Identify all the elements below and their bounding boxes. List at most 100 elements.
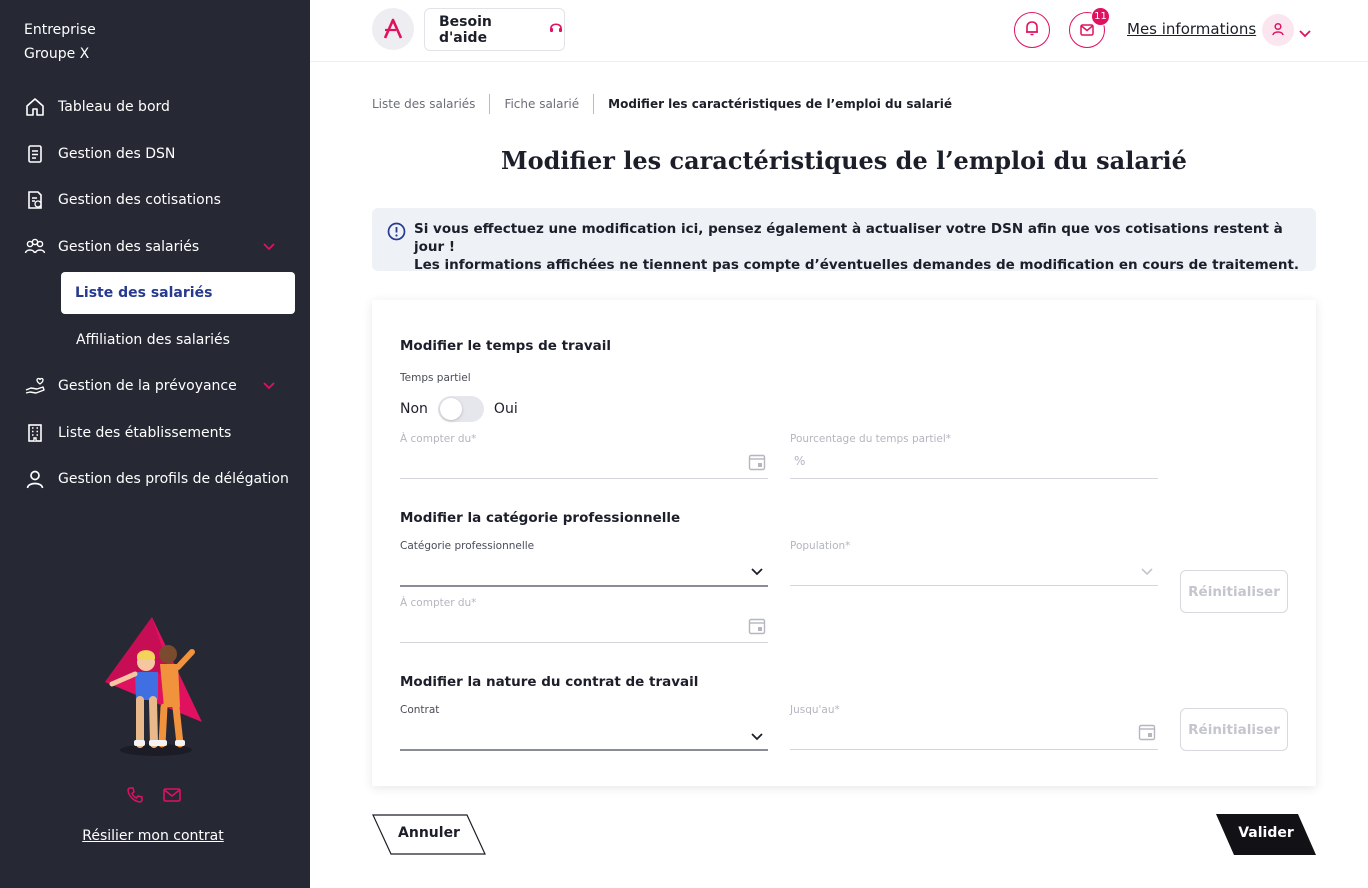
- population-label: Population*: [790, 540, 851, 552]
- building-icon: [24, 422, 46, 444]
- user-icon: [1271, 21, 1285, 40]
- submit-button[interactable]: Valider: [1216, 814, 1316, 855]
- temps-partiel-toggle[interactable]: [437, 396, 484, 422]
- sidebar-item-gestion-cotisations[interactable]: Gestion des cotisations: [0, 177, 310, 224]
- sidebar-subitem-liste-salaries[interactable]: Liste des salariés: [61, 272, 295, 314]
- contrat-label: Contrat: [400, 704, 440, 716]
- phone-icon[interactable]: [126, 786, 144, 808]
- people-illustration: [105, 617, 202, 756]
- date-debut-categorie-label: À compter du*: [400, 597, 477, 609]
- cancel-button-label: Annuler: [398, 825, 460, 841]
- calendar-icon[interactable]: [748, 617, 766, 639]
- info-icon: [387, 222, 406, 246]
- field-underline: [400, 478, 768, 479]
- toggle-knob: [439, 398, 462, 420]
- breadcrumb-current: Modifier les caractéristiques de l’emplo…: [608, 97, 952, 111]
- temps-partiel-label: Temps partiel: [400, 372, 471, 384]
- app-logo[interactable]: [372, 8, 414, 50]
- field-underline: [790, 478, 1158, 479]
- sidebar-subitem-label: Liste des salariés: [75, 285, 213, 301]
- people-icon: [24, 236, 46, 258]
- sidebar-item-label: Gestion des cotisations: [58, 192, 221, 209]
- sidebar-nav: Tableau de bord Gestion des DSN Gestion …: [0, 84, 310, 503]
- sidebar-item-tableau-de-bord[interactable]: Tableau de bord: [0, 84, 310, 131]
- reset-contrat-button[interactable]: Réinitialiser: [1180, 708, 1288, 751]
- percent-icon: %: [794, 454, 806, 468]
- sidebar-item-label: Liste des établissements: [58, 424, 232, 441]
- section-title-temps: Modifier le temps de travail: [400, 338, 611, 354]
- breadcrumb-item-fiche-salarie[interactable]: Fiche salarié: [504, 97, 579, 111]
- date-debut-temps-label: À compter du*: [400, 433, 477, 445]
- top-header: Besoin d'aide 11 Mes informations: [310, 0, 1368, 62]
- categorie-label: Catégorie professionnelle: [400, 540, 535, 552]
- user-avatar[interactable]: [1262, 14, 1294, 46]
- help-button-label: Besoin d'aide: [439, 13, 492, 46]
- pourcentage-input[interactable]: [812, 452, 1152, 476]
- jusquau-input[interactable]: [790, 722, 1130, 746]
- reset-categorie-button[interactable]: Réinitialiser: [1180, 570, 1288, 613]
- mes-informations-link[interactable]: Mes informations: [1127, 20, 1256, 38]
- breadcrumb-separator: [489, 94, 491, 114]
- messages-count-badge: 11: [1091, 7, 1110, 26]
- toggle-label-oui: Oui: [493, 401, 518, 417]
- section-title-contrat: Modifier la nature du contrat de travail: [400, 674, 699, 690]
- section-title-categorie: Modifier la catégorie professionnelle: [400, 510, 681, 526]
- invoice-icon: [24, 189, 46, 211]
- chevron-down-icon[interactable]: [1298, 24, 1312, 43]
- info-line-1: Si vous effectuez une modification ici, …: [414, 221, 1283, 255]
- contrat-select[interactable]: [400, 722, 740, 746]
- home-icon: [24, 96, 46, 118]
- info-line-2: Les informations affichées ne tiennent p…: [414, 257, 1300, 273]
- toggle-label-non: Non: [400, 401, 428, 417]
- submit-button-label: Valider: [1238, 825, 1294, 841]
- company-name: Entreprise Groupe X: [24, 18, 96, 66]
- mail-icon: [1080, 21, 1094, 40]
- population-select[interactable]: [790, 558, 1130, 582]
- sidebar-item-gestion-dsn[interactable]: Gestion des DSN: [0, 131, 310, 178]
- sidebar-item-label: Tableau de bord: [58, 99, 170, 116]
- document-icon: [24, 143, 46, 165]
- headset-icon: [548, 20, 564, 40]
- messages-button[interactable]: 11: [1069, 7, 1110, 48]
- help-button[interactable]: Besoin d'aide: [424, 8, 565, 51]
- field-underline: [400, 585, 768, 587]
- sidebar-item-label: Gestion des DSN: [58, 145, 176, 162]
- page-title: Modifier les caractéristiques de l’emplo…: [501, 146, 1187, 175]
- pourcentage-label: Pourcentage du temps partiel*: [790, 433, 952, 445]
- date-debut-temps-input[interactable]: [400, 452, 740, 476]
- user-icon: [24, 468, 46, 490]
- breadcrumb-separator: [593, 94, 595, 114]
- cancel-button[interactable]: Annuler: [372, 814, 486, 855]
- field-underline: [790, 585, 1158, 586]
- sidebar-item-gestion-salaries[interactable]: Gestion des salariés: [0, 224, 310, 271]
- sidebar-subitem-label: Affiliation des salariés: [76, 331, 230, 348]
- sidebar-subitem-affiliation[interactable]: Affiliation des salariés: [0, 317, 310, 364]
- field-underline: [400, 642, 768, 643]
- sidebar-item-gestion-prevoyance[interactable]: Gestion de la prévoyance: [0, 363, 310, 410]
- chevron-down-icon[interactable]: [262, 379, 276, 395]
- sidebar-item-etablissements[interactable]: Liste des établissements: [0, 410, 310, 457]
- field-underline: [790, 749, 1158, 750]
- company-line-2: Groupe X: [24, 46, 90, 62]
- sidebar-item-profils-delegation[interactable]: Gestion des profils de délégation: [0, 456, 310, 503]
- calendar-icon[interactable]: [1138, 723, 1156, 745]
- breadcrumb-item-liste-salaries[interactable]: Liste des salariés: [372, 97, 475, 111]
- mail-icon[interactable]: [162, 786, 182, 808]
- notifications-button[interactable]: [1014, 12, 1050, 48]
- chevron-down-icon[interactable]: [750, 562, 764, 581]
- sidebar-item-label: Gestion de la prévoyance: [58, 378, 237, 395]
- info-banner: Si vous effectuez une modification ici, …: [372, 208, 1316, 273]
- chevron-down-icon[interactable]: [750, 727, 764, 746]
- field-underline: [400, 749, 768, 751]
- resilier-contrat-link[interactable]: Résilier mon contrat: [0, 828, 306, 844]
- bell-icon: [1025, 20, 1039, 40]
- form-card: Modifier le temps de travail Temps parti…: [372, 300, 1316, 786]
- date-debut-categorie-input[interactable]: [400, 616, 740, 640]
- chevron-down-icon[interactable]: [1140, 562, 1154, 581]
- sidebar-item-label: Gestion des salariés: [58, 238, 200, 255]
- calendar-icon[interactable]: [748, 453, 766, 475]
- chevron-down-icon[interactable]: [262, 240, 276, 256]
- jusquau-label: Jusqu'au*: [790, 704, 840, 716]
- sidebar: Entreprise Groupe X Tableau de bord Gest…: [0, 0, 310, 888]
- categorie-select[interactable]: [400, 558, 740, 582]
